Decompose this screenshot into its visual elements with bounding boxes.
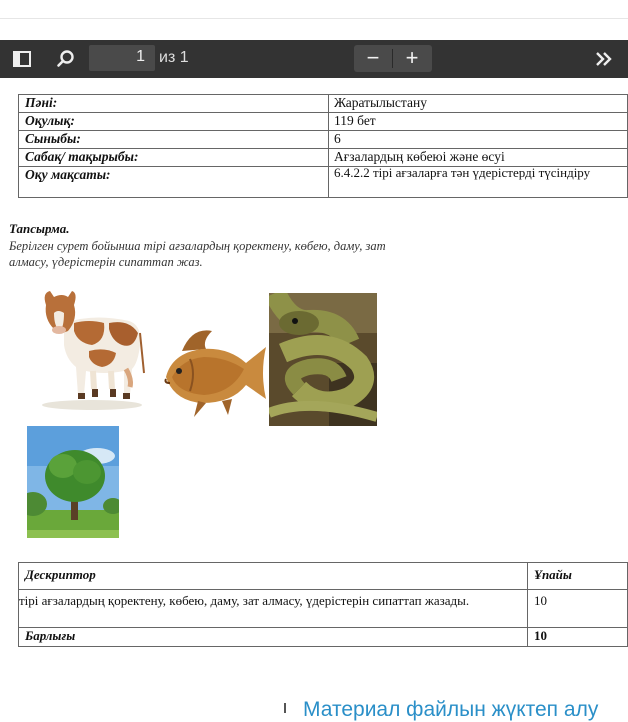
info-value: Ағзалардың көбеюі және өсуі bbox=[328, 148, 628, 167]
info-key: Пәні: bbox=[18, 94, 329, 113]
total-value: 10 bbox=[527, 627, 628, 647]
pdf-toolbar: 1 из 1 − + bbox=[0, 40, 628, 78]
fish-image bbox=[164, 330, 266, 417]
info-value: 6 bbox=[328, 130, 628, 149]
table-row: Оқу мақсаты: 6.4.2.2 тірі ағзаларға тән ү… bbox=[18, 166, 628, 198]
zoom-out-button[interactable]: − bbox=[354, 45, 392, 72]
table-row: Сыныбы: 6 bbox=[18, 130, 628, 149]
info-key: Оқу мақсаты: bbox=[18, 166, 329, 198]
task-text: Берілген сурет бойынша тірі ағзалардың қ… bbox=[9, 239, 386, 269]
zoom-in-button[interactable]: + bbox=[393, 45, 431, 72]
table-row: Оқулық: 119 бет bbox=[18, 112, 628, 131]
page-number-input[interactable]: 1 bbox=[89, 45, 155, 71]
snake-image bbox=[269, 293, 377, 426]
info-key: Сабақ/ тақырыбы: bbox=[18, 148, 329, 167]
descriptor-header: Дескриптор bbox=[18, 562, 528, 590]
page-count-label: из 1 bbox=[159, 49, 189, 66]
info-key: Оқулық: bbox=[18, 112, 329, 131]
more-tools-button[interactable] bbox=[589, 45, 619, 72]
search-icon[interactable] bbox=[56, 49, 76, 69]
table-row: Сабақ/ тақырыбы: Ағзалардың көбеюі және … bbox=[18, 148, 628, 167]
sidebar-toggle-icon[interactable] bbox=[12, 49, 32, 69]
top-divider bbox=[0, 18, 628, 19]
table-row: тірі ағзалардың қоректену, көбею, даму, … bbox=[18, 589, 628, 628]
info-value: 119 бет bbox=[328, 112, 628, 131]
task-title: Тапсырма. bbox=[9, 221, 70, 236]
table-header-row: Дескриптор Ұпайы bbox=[18, 562, 628, 590]
zoom-controls: − + bbox=[354, 45, 432, 72]
info-value: 6.4.2.2 тірі ағзаларға тән үдерістерді т… bbox=[328, 166, 628, 198]
tree-image bbox=[27, 426, 119, 538]
download-link[interactable]: Материал файлын жүктеп алу bbox=[303, 698, 598, 722]
chevron-double-right-icon bbox=[596, 52, 612, 66]
points-value: 10 bbox=[527, 589, 628, 628]
cow-image bbox=[42, 291, 145, 410]
total-label: Барлығы bbox=[18, 627, 528, 647]
table-footer-row: Барлығы 10 bbox=[18, 627, 628, 647]
descriptor-table: Дескриптор Ұпайы тірі ағзалардың қоректе… bbox=[18, 562, 628, 647]
table-row: Пәні: Жаратылыстану bbox=[18, 94, 628, 113]
descriptor-text: тірі ағзалардың қоректену, көбею, даму, … bbox=[18, 589, 528, 628]
info-key: Сыныбы: bbox=[18, 130, 329, 149]
points-header: Ұпайы bbox=[527, 562, 628, 590]
lesson-info-table: Пәні: Жаратылыстану Оқулық: 119 бет Сыныбы… bbox=[18, 94, 628, 198]
info-value: Жаратылыстану bbox=[328, 94, 628, 113]
link-divider bbox=[284, 703, 286, 713]
